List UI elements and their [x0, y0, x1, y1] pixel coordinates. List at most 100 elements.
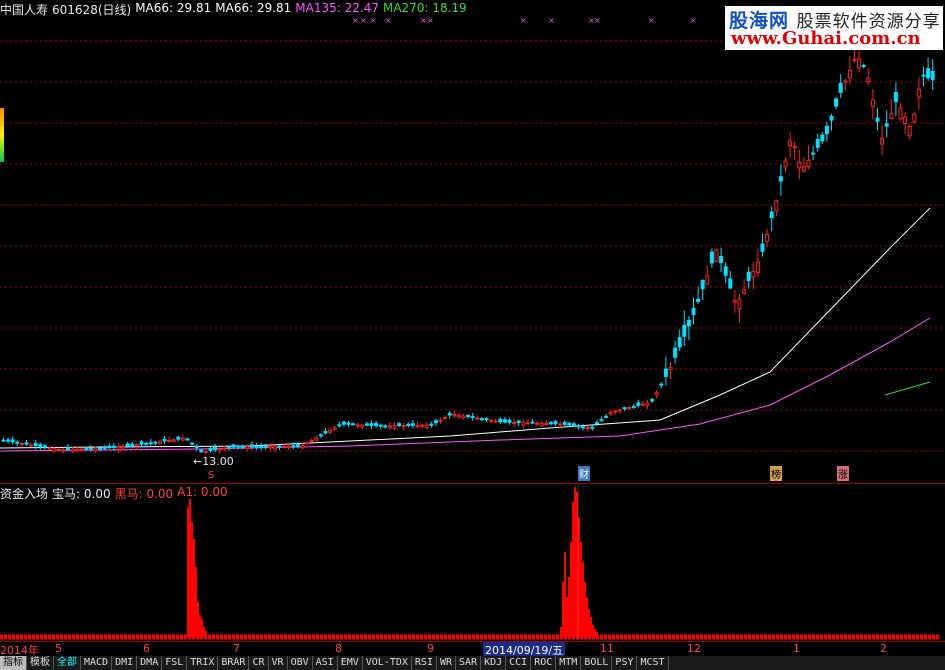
candle-body	[475, 417, 480, 420]
histogram-bar	[201, 619, 203, 637]
candle-body	[700, 279, 705, 290]
tab-emv[interactable]: EMV	[338, 656, 363, 670]
candle-body	[70, 448, 75, 452]
candle-body	[742, 289, 747, 295]
indicator-baoma: 宝马: 0.00	[52, 487, 111, 501]
tab-trix[interactable]: TRIX	[187, 656, 219, 670]
tab-cr[interactable]: CR	[249, 656, 269, 670]
candle-body	[245, 446, 250, 450]
candle-body	[15, 441, 20, 444]
candle-body	[686, 319, 691, 327]
candle-body	[843, 80, 848, 83]
candle-body	[397, 423, 402, 427]
candle-body	[659, 383, 664, 386]
tab-dmi[interactable]: DMI	[112, 656, 138, 670]
event-tag-zhang[interactable]: 涨	[837, 466, 849, 481]
candle-body	[415, 424, 420, 428]
tab-macd[interactable]: MACD	[81, 656, 113, 670]
candle-body	[479, 418, 484, 421]
event-tag-bang[interactable]: 榜	[770, 466, 782, 481]
histogram-bar	[203, 627, 205, 637]
histogram-bar	[564, 552, 566, 637]
candle-body	[797, 161, 802, 169]
candle-body	[291, 445, 296, 448]
candle-body	[318, 434, 323, 437]
candle-body	[769, 211, 774, 219]
candle-body	[268, 445, 273, 449]
histogram-bar	[191, 522, 193, 637]
histogram-bar	[189, 499, 191, 637]
candle-body	[369, 423, 374, 427]
candle-body	[24, 442, 29, 445]
candle-body	[337, 424, 342, 427]
candle-body	[866, 77, 871, 82]
candle-body	[594, 422, 599, 425]
indicator-tab-bar: 指标 模板 全部 MACD DMI DMA FSL TRIX BRAR CR VR OBV ASI EMV…	[0, 656, 945, 670]
candle-body	[838, 82, 843, 93]
candle-body	[548, 421, 553, 425]
tab-wr[interactable]: WR	[437, 656, 457, 670]
candle-body	[815, 138, 820, 148]
candle-body	[282, 445, 287, 448]
candle-body	[732, 300, 737, 303]
candle-body	[121, 446, 126, 449]
tab-asi[interactable]: ASI	[313, 656, 338, 670]
candle-body	[673, 347, 678, 358]
candle-body	[852, 59, 857, 62]
left-scale-gradient	[0, 108, 4, 162]
histogram-bar	[560, 627, 562, 637]
candle-body	[240, 446, 245, 449]
candle-body	[539, 422, 544, 426]
axis-month-12: 12	[687, 642, 701, 655]
tab-boll[interactable]: BOLL	[581, 656, 613, 670]
fund-entry-histogram[interactable]	[0, 484, 945, 641]
candle-body	[116, 446, 121, 450]
tab-sar[interactable]: SAR	[456, 656, 482, 670]
candle-body	[125, 443, 130, 447]
tab-cci[interactable]: CCI	[506, 656, 532, 670]
tab-obv[interactable]: OBV	[288, 656, 313, 670]
tab-0[interactable]: 指标	[0, 656, 27, 670]
candle-body	[222, 447, 227, 450]
candle-body	[677, 337, 682, 348]
tab-mtm[interactable]: MTM	[556, 656, 582, 670]
candle-body	[640, 403, 645, 406]
indicator-panel[interactable]: 资金入场 宝马: 0.00 黑马: 0.00 A1: 0.00	[0, 483, 945, 641]
candle-body	[898, 107, 903, 120]
candle-body	[153, 441, 158, 444]
tab-psy[interactable]: PSY	[612, 656, 638, 670]
candle-body	[765, 233, 770, 242]
tab-fsl[interactable]: FSL	[162, 656, 188, 670]
price-chart-panel[interactable]: ××××××××××××× 中国人寿 601628(日线) MA66: 29.8…	[0, 0, 945, 483]
candle-body	[93, 447, 98, 451]
tab-kdj[interactable]: KDJ	[481, 656, 507, 670]
tab-2[interactable]: 全部	[54, 656, 81, 670]
candle-body	[433, 420, 438, 424]
tab-roc[interactable]: ROC	[531, 656, 557, 670]
candle-body	[558, 423, 563, 426]
low-price-value: 13.00	[202, 455, 234, 468]
candle-body	[272, 445, 277, 450]
tab-dma[interactable]: DMA	[137, 656, 163, 670]
candle-body	[438, 419, 443, 422]
ma270-value: MA270: 18.19	[382, 1, 467, 15]
tab-brar[interactable]: BRAR	[218, 656, 250, 670]
ma135-value: MA135: 22.47	[295, 1, 379, 15]
candle-body	[820, 134, 825, 142]
candle-body	[429, 423, 434, 426]
candle-body	[774, 200, 779, 212]
histogram-bar	[590, 617, 592, 637]
candle-body	[498, 418, 503, 423]
tab-vr[interactable]: VR	[269, 656, 288, 670]
candle-body	[581, 426, 586, 429]
tab-voltdx[interactable]: VOL-TDX	[363, 656, 412, 670]
histogram-bar	[578, 517, 580, 637]
event-tag-cai[interactable]: 财	[578, 466, 590, 481]
signal-x-marker: ×	[648, 16, 655, 25]
tab-1[interactable]: 模板	[27, 656, 54, 670]
histogram-bar	[570, 542, 572, 637]
tab-mcst[interactable]: MCST	[637, 656, 669, 670]
candlestick-chart[interactable]: ×××××××××××××	[0, 0, 945, 483]
tab-rsi[interactable]: RSI	[412, 656, 437, 670]
candle-body	[903, 116, 908, 125]
